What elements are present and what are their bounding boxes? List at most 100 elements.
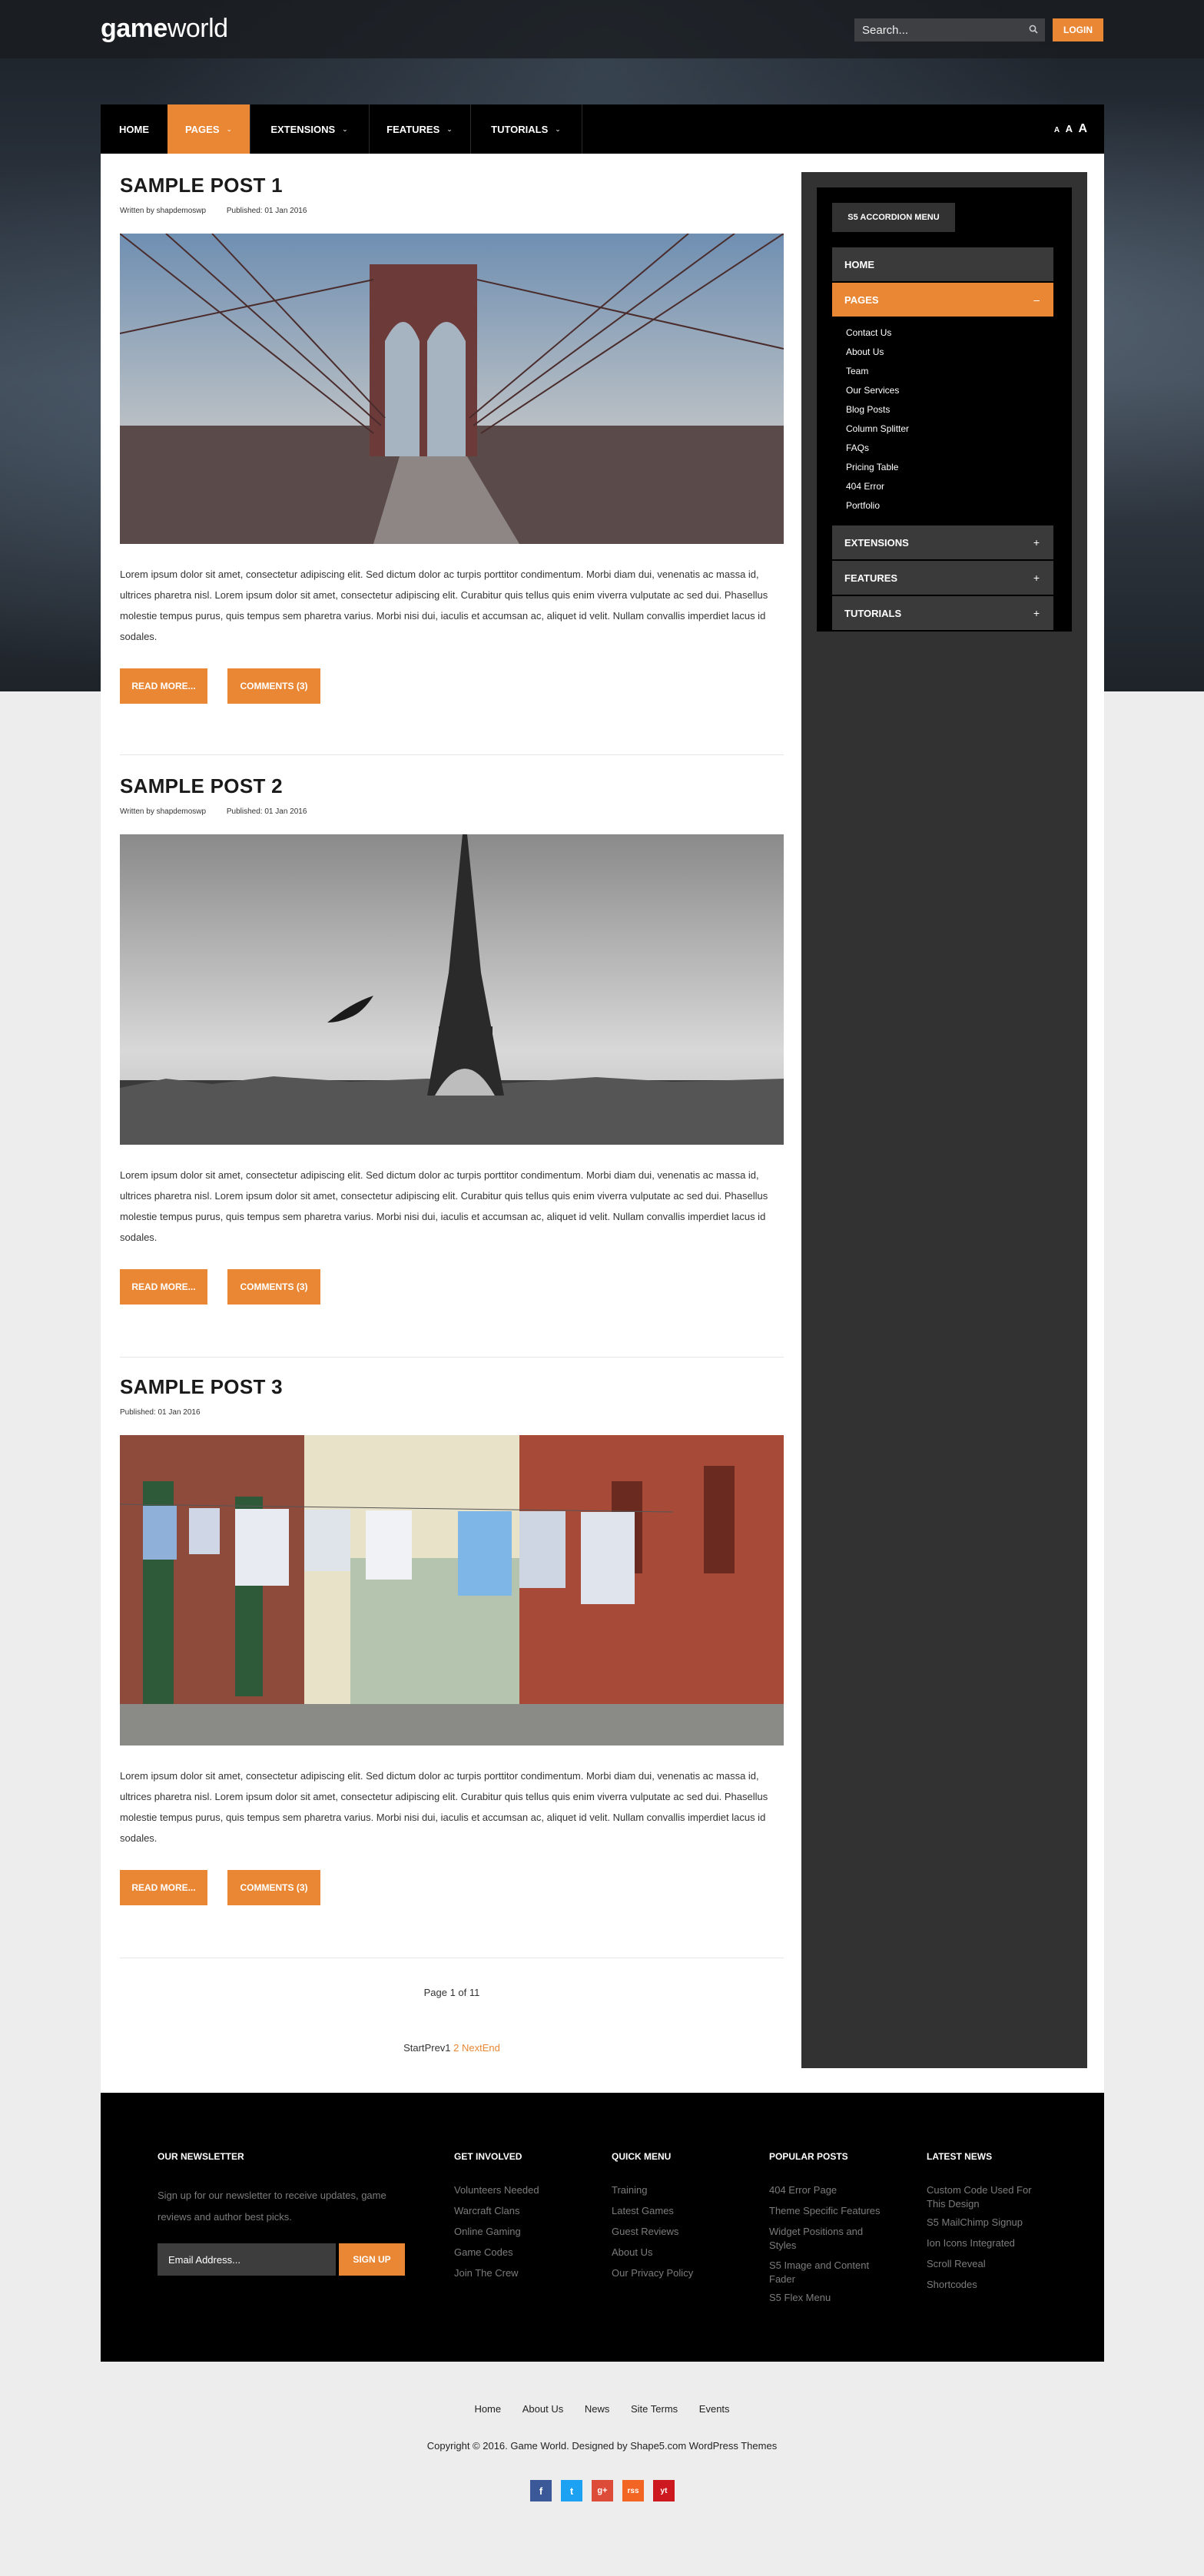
footer-link[interactable]: Join The Crew [454,2266,519,2280]
accordion-sub-item[interactable]: Portfolio [846,500,880,511]
signup-button[interactable]: SIGN UP [339,2243,405,2276]
footer-link[interactable]: About Us [612,2246,652,2259]
post-date: Published: 01 Jan 2016 [120,1408,201,1417]
post-excerpt: Lorem ipsum dolor sit amet, consectetur … [120,1770,768,1844]
login-button[interactable]: LOGIN [1053,18,1103,41]
site-logo[interactable]: gameworld [101,14,228,44]
read-more-button[interactable]: READ MORE... [120,1269,207,1305]
nav-item-pages[interactable]: PAGES ⌄ [167,104,250,154]
post-date: Published: 01 Jan 2016 [226,807,307,816]
footer-link[interactable]: Game Codes [454,2246,513,2259]
accordion-title: S5 ACCORDION MENU [832,203,955,232]
footer-link[interactable]: Guest Reviews [612,2225,678,2239]
font-large-button[interactable]: A [1078,122,1087,135]
footer-link[interactable]: Volunteers Needed [454,2183,539,2197]
post-meta: Written by shapdemoswp Published: 01 Jan… [120,207,784,215]
pager-end[interactable]: End [483,2042,500,2054]
email-field[interactable]: Email Address... [158,2243,336,2276]
read-more-button[interactable]: READ MORE... [120,668,207,704]
get-involved-heading: GET INVOLVED [454,2151,522,2162]
accordion-item-home[interactable]: HOME [832,247,1053,281]
accordion-item-features[interactable]: FEATURES + [832,561,1053,595]
accordion-sub-item[interactable]: Pricing Table [846,462,898,472]
comments-button[interactable]: COMMENTS (3) [227,1269,320,1305]
bottom-link-events[interactable]: Events [699,2403,730,2415]
social-icons: f t g+ rss yt [530,2480,684,2501]
post-image-eiffel[interactable] [120,834,784,1145]
post-divider [120,1357,784,1358]
newsletter-heading: OUR NEWSLETTER [158,2151,244,2162]
pager-prev[interactable]: Prev [425,2042,446,2054]
search-box: Search... [854,18,1045,41]
popular-posts-heading: POPULAR POSTS [769,2151,848,2162]
post-excerpt: Lorem ipsum dolor sit amet, consectetur … [120,1169,768,1243]
main-content: SAMPLE POST 1 Written by shapdemoswp Pub… [101,154,1104,2093]
footer-link[interactable]: Online Gaming [454,2225,521,2239]
footer-link[interactable]: Our Privacy Policy [612,2266,693,2280]
footer-link[interactable]: Widget Positions and Styles [769,2225,877,2253]
accordion-sub-item[interactable]: 404 Error [846,481,884,492]
accordion-item-pages[interactable]: PAGES – [832,283,1053,317]
pager-start[interactable]: Start [403,2042,424,2054]
post-image-venice[interactable] [120,1435,784,1746]
footer-link[interactable]: Shortcodes [927,2278,1050,2292]
post-author: Written by shapdemoswp [120,807,207,816]
copyright: Copyright © 2016. Game World. Designed b… [426,2440,778,2452]
footer-link[interactable]: 404 Error Page [769,2183,892,2197]
accordion-sub-item[interactable]: FAQs [846,443,869,453]
font-medium-button[interactable]: A [1066,123,1073,134]
accordion-sub-item[interactable]: Blog Posts [846,404,890,415]
post-meta: Written by shapdemoswp Published: 01 Jan… [120,807,784,816]
bottom-link-about[interactable]: About Us [522,2403,563,2415]
bottom-link-home[interactable]: Home [474,2403,501,2415]
post-date: Published: 01 Jan 2016 [226,207,307,215]
search-icon[interactable] [1022,25,1045,36]
search-input[interactable]: Search... [854,24,1022,37]
collapse-icon: – [1033,293,1040,306]
bottom-link-site-terms[interactable]: Site Terms [631,2403,678,2415]
footer-link[interactable]: Training [612,2183,647,2197]
comments-button[interactable]: COMMENTS (3) [227,1870,320,1905]
font-size-switcher: A A A [1052,122,1087,136]
footer-link[interactable]: S5 Image and Content Fader [769,2259,877,2286]
accordion-item-tutorials[interactable]: TUTORIALS + [832,596,1053,630]
post-title[interactable]: SAMPLE POST 3 [120,1375,784,1399]
bottom-link-news[interactable]: News [585,2403,610,2415]
youtube-icon[interactable]: yt [653,2480,675,2501]
read-more-button[interactable]: READ MORE... [120,1870,207,1905]
footer-link[interactable]: Theme Specific Features [769,2204,892,2218]
accordion-sub-item[interactable]: Contact Us [846,327,891,338]
twitter-icon[interactable]: t [561,2480,582,2501]
comments-button[interactable]: COMMENTS (3) [227,668,320,704]
footer-link[interactable]: Warcraft Clans [454,2204,519,2218]
footer-link[interactable]: Custom Code Used For This Design [927,2183,1042,2211]
rss-icon[interactable]: rss [622,2480,644,2501]
facebook-icon[interactable]: f [530,2480,552,2501]
footer-link[interactable]: S5 Flex Menu [769,2291,892,2305]
footer-link[interactable]: S5 MailChimp Signup [927,2216,1050,2230]
google-plus-icon[interactable]: g+ [592,2480,613,2501]
post-title[interactable]: SAMPLE POST 2 [120,774,784,798]
accordion-sub-item[interactable]: Our Services [846,385,899,396]
footer-link[interactable]: Ion Icons Integrated [927,2236,1050,2250]
font-small-button[interactable]: A [1054,126,1060,134]
accordion-sub-item[interactable]: About Us [846,346,884,357]
nav-item-extensions[interactable]: EXTENSIONS ⌄ [250,104,370,154]
accordion-sub-item[interactable]: Team [846,366,868,376]
nav-item-home[interactable]: HOME [101,104,168,154]
post-title[interactable]: SAMPLE POST 1 [120,174,784,197]
expand-icon: + [1033,607,1040,619]
post-excerpt: Lorem ipsum dolor sit amet, consectetur … [120,569,768,642]
footer-link[interactable]: Latest Games [612,2204,674,2218]
main-navigation: HOME PAGES ⌄ EXTENSIONS ⌄ FEATURES ⌄ TUTORI… [101,104,1104,154]
blog-post: SAMPLE POST 2 Written by shapdemoswp Pub… [120,774,784,1305]
accordion-sub-item[interactable]: Column Splitter [846,423,909,434]
nav-item-tutorials[interactable]: TUTORIALS ⌄ [470,104,582,154]
nav-item-features[interactable]: FEATURES ⌄ [369,104,471,154]
accordion-item-extensions[interactable]: EXTENSIONS + [832,525,1053,559]
post-image-bridge[interactable] [120,234,784,544]
pager-next[interactable]: Next [462,2042,483,2054]
pager-page-2[interactable]: 2 [453,2042,459,2054]
latest-news-heading: LATEST NEWS [927,2151,993,2162]
footer-link[interactable]: Scroll Reveal [927,2257,1050,2271]
